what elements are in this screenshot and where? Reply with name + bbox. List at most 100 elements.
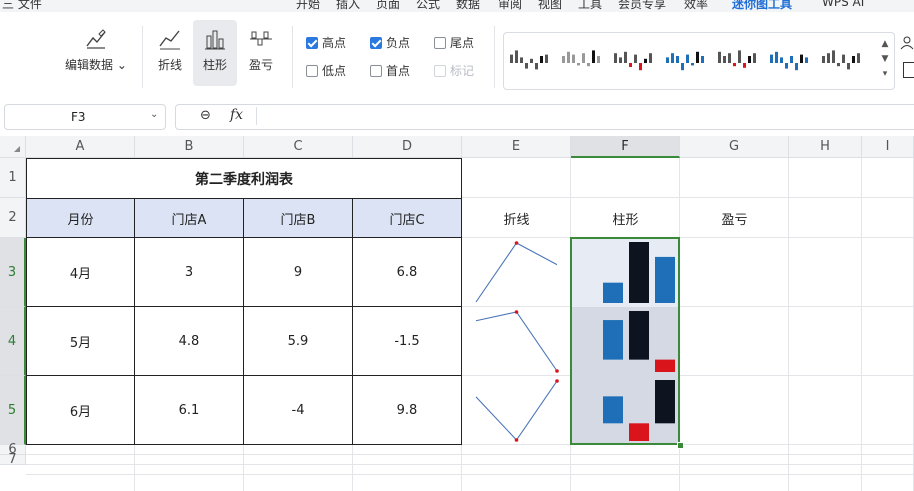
last-point-checkbox[interactable]: 尾点 [434,34,474,51]
sparkline-style-swatch[interactable] [822,50,860,70]
row-header-5[interactable]: 5 [0,376,26,445]
column-header-d[interactable]: D [353,136,462,158]
edit-data-button[interactable]: 编辑数据 ⌄ [62,20,130,88]
column-header-b[interactable]: B [135,136,244,158]
month-cell[interactable]: 6月 [26,376,135,445]
high-point-marker [514,310,519,314]
swatch-bar [837,63,840,67]
swatch-bar [644,58,647,63]
sparkline-style-swatch[interactable] [666,51,704,71]
value-cell[interactable]: 9 [244,238,353,307]
menu-member[interactable]: 会员专享 [618,0,666,12]
select-all-corner[interactable] [0,136,26,158]
high-point-checkbox[interactable]: 高点 [306,34,346,51]
value-cell[interactable]: 4.8 [135,307,244,376]
line-sparkline-button[interactable]: 折线 [150,20,190,86]
month-cell[interactable]: 4月 [26,238,135,307]
menu-tools[interactable]: 工具 [578,0,602,12]
swatch-bar [562,56,565,63]
value-cell[interactable]: -4 [244,376,353,445]
column-header-f[interactable]: F [571,136,680,158]
swatch-bar [510,54,513,63]
column-header-a[interactable]: A [26,136,135,158]
column-sparkline-button[interactable]: 柱形 [193,20,237,86]
separator [292,26,293,88]
menu-file[interactable]: 三 文件 [2,0,42,12]
menu-home[interactable]: 开始 [296,0,320,12]
low-point-checkbox[interactable]: 低点 [306,62,346,79]
sparkline-style-swatch[interactable] [562,50,600,67]
swatch-bar [592,50,595,63]
name-box[interactable]: F3 ⌄ [4,104,166,130]
sparkline-style-swatch[interactable] [614,51,652,71]
formula-bar: F3 ⌄ ⊖ fx [0,102,914,130]
line-chart-icon [159,30,180,50]
swatch-bar [619,57,622,63]
month-cell[interactable]: 5月 [26,307,135,376]
header-cell[interactable]: 门店A [135,198,244,238]
value-cell[interactable]: 3 [135,238,244,307]
header-cell[interactable]: 门店B [244,198,353,238]
gallery-scroll[interactable]: ▲ ▼ ▾ [878,37,892,85]
sparkline-style-swatch[interactable] [770,51,808,71]
axis-icon[interactable] [903,62,914,78]
value-cell[interactable]: -1.5 [353,307,462,376]
row-header-1[interactable]: 1 [0,158,26,198]
style-swatches[interactable] [504,33,876,89]
markers-checkbox: 标记 [434,62,474,79]
menu-data[interactable]: 数据 [456,0,480,12]
first-point-checkbox[interactable]: 首点 [370,62,410,79]
row-header-3[interactable]: 3 [0,238,26,307]
swatch-bar [577,63,580,66]
row-header-4[interactable]: 4 [0,307,26,376]
sparkline-header-cell[interactable]: 柱形 [571,198,680,238]
swatch-bar [639,63,642,71]
sparkline-style-swatch[interactable] [718,50,756,68]
menu-wps-ai[interactable]: WPS AI [822,0,864,9]
column-header-g[interactable]: G [680,136,789,158]
chevron-up-icon[interactable]: ▲ [878,37,892,52]
value-cell[interactable]: 5.9 [244,307,353,376]
sparkline-style-swatch[interactable] [510,50,548,70]
menu-view[interactable]: 视图 [538,0,562,12]
menu-sparkline-tools[interactable]: 迷你图工具 [732,0,792,12]
zoom-search-icon[interactable]: ⊖ [200,108,211,123]
sparkline-header-cell[interactable]: 盈亏 [680,198,789,238]
value-cell[interactable]: 9.8 [353,376,462,445]
menu-formula[interactable]: 公式 [416,0,440,12]
gallery-expand-icon[interactable]: ▾ [878,67,892,82]
column-header-i[interactable]: I [862,136,914,158]
line-sparkline[interactable] [462,376,571,445]
row-header-7[interactable]: 7 [0,453,26,466]
winloss-sparkline-button[interactable]: 盈亏 [241,20,281,86]
fill-handle[interactable] [677,442,684,449]
swatch-bar [545,54,548,63]
header-cell[interactable]: 月份 [26,198,135,238]
row-header-2[interactable]: 2 [0,198,26,238]
swatch-bar [597,56,600,63]
formula-input[interactable]: ⊖ fx [175,104,914,130]
value-cell[interactable]: 6.1 [135,376,244,445]
value-cell[interactable]: 6.8 [353,238,462,307]
sparkline-color-icon[interactable] [900,36,914,50]
menu-efficiency[interactable]: 效率 [684,0,708,12]
function-icon[interactable]: fx [230,107,243,123]
sparkline-header-cell[interactable]: 折线 [462,198,571,238]
table-title[interactable]: 第二季度利润表 [26,158,462,198]
swatch-bar [572,54,575,63]
menu-review[interactable]: 审阅 [498,0,522,12]
column-header-h[interactable]: H [789,136,862,158]
header-cell[interactable]: 门店C [353,198,462,238]
line-sparkline[interactable] [462,307,571,376]
column-header-e[interactable]: E [462,136,571,158]
menu-page[interactable]: 页面 [376,0,400,12]
column-header-c[interactable]: C [244,136,353,158]
menu-insert[interactable]: 插入 [336,0,360,12]
negative-point-checkbox[interactable]: 负点 [370,34,410,51]
line-sparkline[interactable] [462,238,571,307]
gridline [26,464,914,465]
separator [494,26,495,88]
chevron-down-icon[interactable]: ▼ [878,52,892,67]
swatch-bar [530,58,533,63]
chevron-down-icon[interactable]: ⌄ [150,109,158,120]
